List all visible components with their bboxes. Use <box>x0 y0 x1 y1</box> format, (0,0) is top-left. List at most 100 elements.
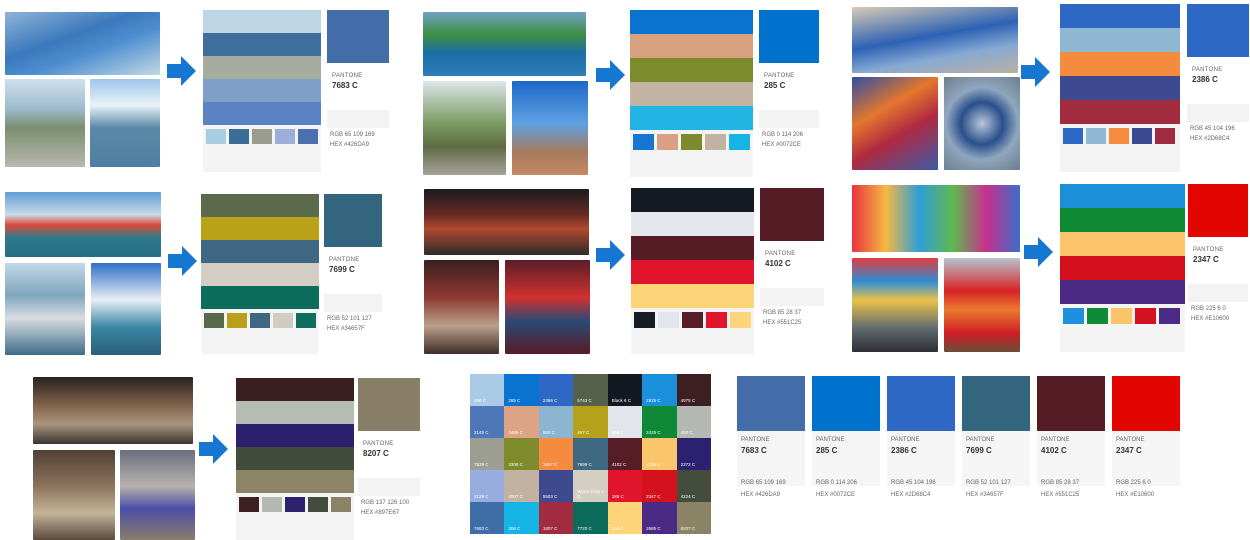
chip-swatch <box>298 129 318 144</box>
palette-stripe <box>203 79 321 102</box>
photo-bay-circle <box>90 79 160 167</box>
pantone-label: PANTONE <box>765 251 796 257</box>
hex-value: HEX #551C25 <box>763 320 802 326</box>
pantone-label: PANTONE <box>891 437 920 443</box>
palette-stripe <box>630 106 753 130</box>
photo-umbrellas <box>852 185 1020 252</box>
grid-cell: 285 C <box>504 374 539 406</box>
grid-cell-label: 7699 C <box>577 462 592 467</box>
grid-cell-label: 420 C <box>680 430 693 435</box>
palette-chip <box>262 497 282 512</box>
palette-chip <box>1132 128 1152 144</box>
palette-chip <box>633 134 654 150</box>
main-swatch-card: PANTONE 2347 C RGB 225 6 0 HEX #E10600 <box>1188 184 1248 322</box>
summary-swatch-fill <box>812 376 880 431</box>
palette-chip <box>1063 308 1084 324</box>
palette-chip <box>658 312 679 328</box>
grid-cell-label: 7538 C <box>474 462 489 467</box>
palette-stripe <box>1060 184 1185 208</box>
palette-chip <box>1086 128 1106 144</box>
grid-cell: 1657 C <box>538 438 574 470</box>
swatch-fill <box>1187 4 1249 57</box>
pantone-label: PANTONE <box>816 437 845 443</box>
pantone-code: 2386 C <box>891 446 917 455</box>
swatch-fill <box>759 10 819 63</box>
grid-cell-label: 2425 C <box>646 430 661 435</box>
grid-cell: 2145 C <box>470 406 505 438</box>
palette-chip <box>1159 308 1180 324</box>
palette-chip <box>252 129 272 144</box>
main-swatch-card: PANTONE 7699 C RGB 52 101 127 HEX #34657F <box>324 194 382 332</box>
grid-cell: 2685 C <box>642 502 677 534</box>
chip-swatch <box>1135 308 1156 324</box>
chip-swatch <box>252 129 272 144</box>
swatch-info: PANTONE 7683 C <box>327 63 389 110</box>
grid-cell-label: 2347 C <box>646 494 661 499</box>
palette-chip <box>273 313 293 328</box>
grid-cell: 134 C <box>607 502 643 534</box>
palette-stripe <box>1060 280 1185 304</box>
palette-chip <box>285 497 305 512</box>
pantone-code: 7699 C <box>966 446 992 455</box>
chip-swatch <box>250 313 270 328</box>
swatch-fill <box>1188 184 1248 237</box>
chip-swatch <box>658 312 679 328</box>
photo-gate <box>424 189 589 255</box>
pantone-label: PANTONE <box>764 73 795 79</box>
grid-cell-label: 7683 C <box>474 526 489 531</box>
palette-stripe <box>631 236 754 260</box>
pantone-label: PANTONE <box>1116 437 1145 443</box>
rgb-value: RGB 225 6 0 <box>1191 306 1226 312</box>
pantone-code: 7683 C <box>332 81 358 90</box>
photo-marina-boats <box>5 192 161 257</box>
grid-cell: 420 C <box>676 406 711 438</box>
grid-cell-label: 2308 C <box>508 462 523 467</box>
chip-swatch <box>1132 128 1152 144</box>
palette-stripe <box>1060 208 1185 232</box>
palette-stack <box>630 10 753 177</box>
palette-stripe <box>201 263 319 286</box>
palette-chip <box>681 134 702 150</box>
palette-stripe <box>236 378 354 401</box>
grid-cell: 8207 C <box>676 502 711 534</box>
grid-cell: Black 6 C <box>607 374 643 406</box>
grid-cell: Warm Gray 1 C <box>573 470 608 502</box>
hex-value: HEX #2D68C4 <box>1190 136 1230 142</box>
grid-cell: 2486 C <box>504 406 539 438</box>
palette-stripe <box>630 82 753 106</box>
grid-cell: 1807 C <box>538 502 574 534</box>
chip-swatch <box>262 497 282 512</box>
chip-swatch <box>204 313 224 328</box>
summary-swatches: PANTONE 7683 C RGB 65 109 169 HEX #426DA9 PA… <box>737 376 1180 506</box>
palette-stripe <box>203 10 321 33</box>
main-swatch-card: PANTONE 8207 C RGB 137 126 100 HEX #897E67 <box>358 378 420 516</box>
arrow-icon <box>168 246 197 276</box>
chip-swatch <box>285 497 305 512</box>
palette-chip <box>730 312 751 328</box>
summary-swatch-fill <box>887 376 955 431</box>
palette-stripe <box>236 424 354 447</box>
master-color-grid: 290 C 285 C 2386 C 5743 C Black 6 C 2925 C 497… <box>470 374 711 534</box>
grid-cell: 4102 C <box>607 438 643 470</box>
grid-cell: 7720 C <box>573 502 608 534</box>
chip-swatch <box>706 312 727 328</box>
grid-cell: 2925 C <box>642 374 677 406</box>
grid-cell-label: 656 C <box>611 430 624 435</box>
photo-harbour-sky <box>91 263 161 355</box>
hex-value: HEX #0072CE <box>816 492 856 498</box>
pantone-label: PANTONE <box>1041 437 1070 443</box>
summary-swatch-card: PANTONE 2347 C RGB 225 6 0 HEX #E10600 <box>1112 376 1180 498</box>
palette-stripe <box>631 212 754 236</box>
pantone-label: PANTONE <box>332 73 363 79</box>
grid-cell-label: 7720 C <box>577 526 592 531</box>
swatch-info: PANTONE 7699 C <box>324 247 382 294</box>
arrow-icon <box>199 434 228 464</box>
palette-stripe <box>631 260 754 284</box>
palette-stack <box>236 378 354 540</box>
grid-cell: 4007 C <box>504 470 539 502</box>
photo-moored-boats <box>5 263 85 355</box>
palette-stripe <box>201 194 319 217</box>
chip-swatch <box>730 312 751 328</box>
chip-swatch <box>1159 308 1180 324</box>
chip-swatch <box>1109 128 1129 144</box>
